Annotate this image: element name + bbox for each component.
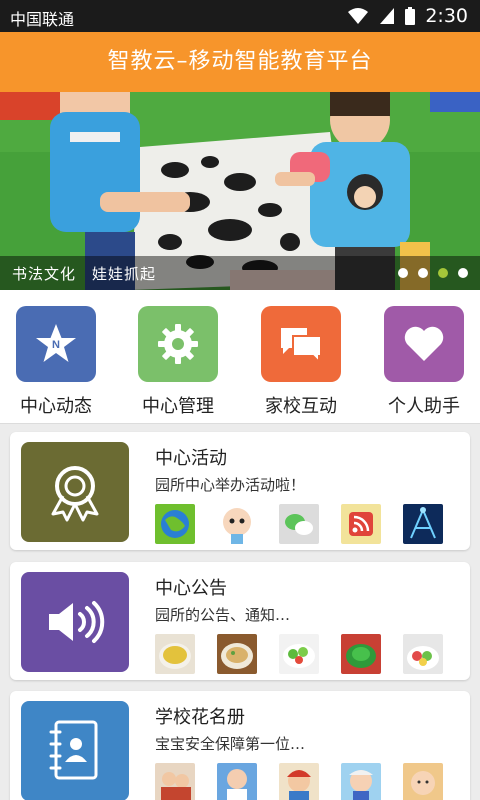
card-title: 中心公告 — [155, 578, 227, 599]
child-photo[interactable] — [155, 763, 195, 800]
network-tower-icon[interactable] — [403, 504, 443, 544]
card-subtitle: 园所中心举办活动啦！ — [155, 476, 306, 494]
card-center-activities[interactable]: 中心活动 园所中心举办活动啦！ — [10, 432, 470, 550]
food-photo[interactable] — [341, 634, 381, 674]
carousel-dot[interactable] — [418, 268, 428, 278]
card-title: 学校花名册 — [155, 707, 245, 728]
card-subtitle: 宝宝安全保障第一位… — [155, 735, 306, 753]
wechat-icon[interactable] — [279, 504, 319, 544]
card-title: 中心活动 — [155, 448, 227, 469]
food-photo[interactable] — [279, 634, 319, 674]
card-subtitle: 园所的公告、通知… — [155, 606, 291, 624]
wifi-icon — [348, 8, 369, 24]
banner-caption: 书法文化 娃娃抓起 — [12, 265, 157, 283]
battery-icon — [405, 7, 416, 25]
star-badge-icon: N — [16, 306, 96, 382]
card-center-notices[interactable]: 中心公告 园所的公告、通知… — [10, 562, 470, 680]
child-photo[interactable] — [279, 763, 319, 800]
status-bar: 中国联通 2:30 — [0, 0, 480, 32]
carousel-dot[interactable] — [458, 268, 468, 278]
child-photo[interactable] — [341, 763, 381, 800]
baby-app-icon[interactable] — [217, 504, 257, 544]
banner-caption-bar: 书法文化 娃娃抓起 — [0, 256, 480, 290]
carousel-dot-active[interactable] — [438, 268, 448, 278]
quick-item-assistant[interactable]: 个人助手 — [368, 306, 480, 418]
thumbnail-row — [155, 634, 443, 674]
carousel-dot[interactable] — [398, 268, 408, 278]
child-photo[interactable] — [217, 763, 257, 800]
quick-item-home-school[interactable]: 家校互动 — [245, 306, 357, 418]
banner-carousel[interactable]: 书法文化 娃娃抓起 — [0, 92, 480, 290]
carousel-indicator — [398, 268, 468, 278]
chat-bubbles-icon — [261, 306, 341, 382]
status-icons: 2:30 — [347, 5, 468, 27]
food-photo[interactable] — [217, 634, 257, 674]
food-photo[interactable] — [403, 634, 443, 674]
rss-icon[interactable] — [341, 504, 381, 544]
speaker-icon — [21, 572, 129, 672]
heart-icon — [384, 306, 464, 382]
quick-item-label: 个人助手 — [388, 396, 460, 417]
svg-text:N: N — [52, 339, 60, 351]
food-photo[interactable] — [155, 634, 195, 674]
thumbnail-row — [155, 763, 443, 800]
quick-menu: N 中心动态 中心管理 家校互动 个人助手 — [0, 290, 480, 424]
thumbnail-row — [155, 504, 443, 544]
page-title: 智教云–移动智能教育平台 — [107, 49, 373, 74]
gear-icon — [138, 306, 218, 382]
contact-book-icon — [21, 701, 129, 800]
quick-item-label: 中心动态 — [20, 396, 92, 417]
card-school-roster[interactable]: 学校花名册 宝宝安全保障第一位… — [10, 691, 470, 800]
quick-item-center-admin[interactable]: 中心管理 — [122, 306, 234, 418]
quick-item-center-news[interactable]: N 中心动态 — [0, 306, 112, 418]
child-photo[interactable] — [403, 763, 443, 800]
clock: 2:30 — [425, 5, 468, 27]
award-ribbon-icon — [21, 442, 129, 542]
globe-app-icon[interactable] — [155, 504, 195, 544]
carrier-name: 中国联通 — [10, 10, 75, 29]
app-header: 智教云–移动智能教育平台 — [0, 32, 480, 92]
quick-item-label: 中心管理 — [142, 396, 214, 417]
signal-icon — [380, 8, 395, 24]
quick-item-label: 家校互动 — [265, 396, 337, 417]
